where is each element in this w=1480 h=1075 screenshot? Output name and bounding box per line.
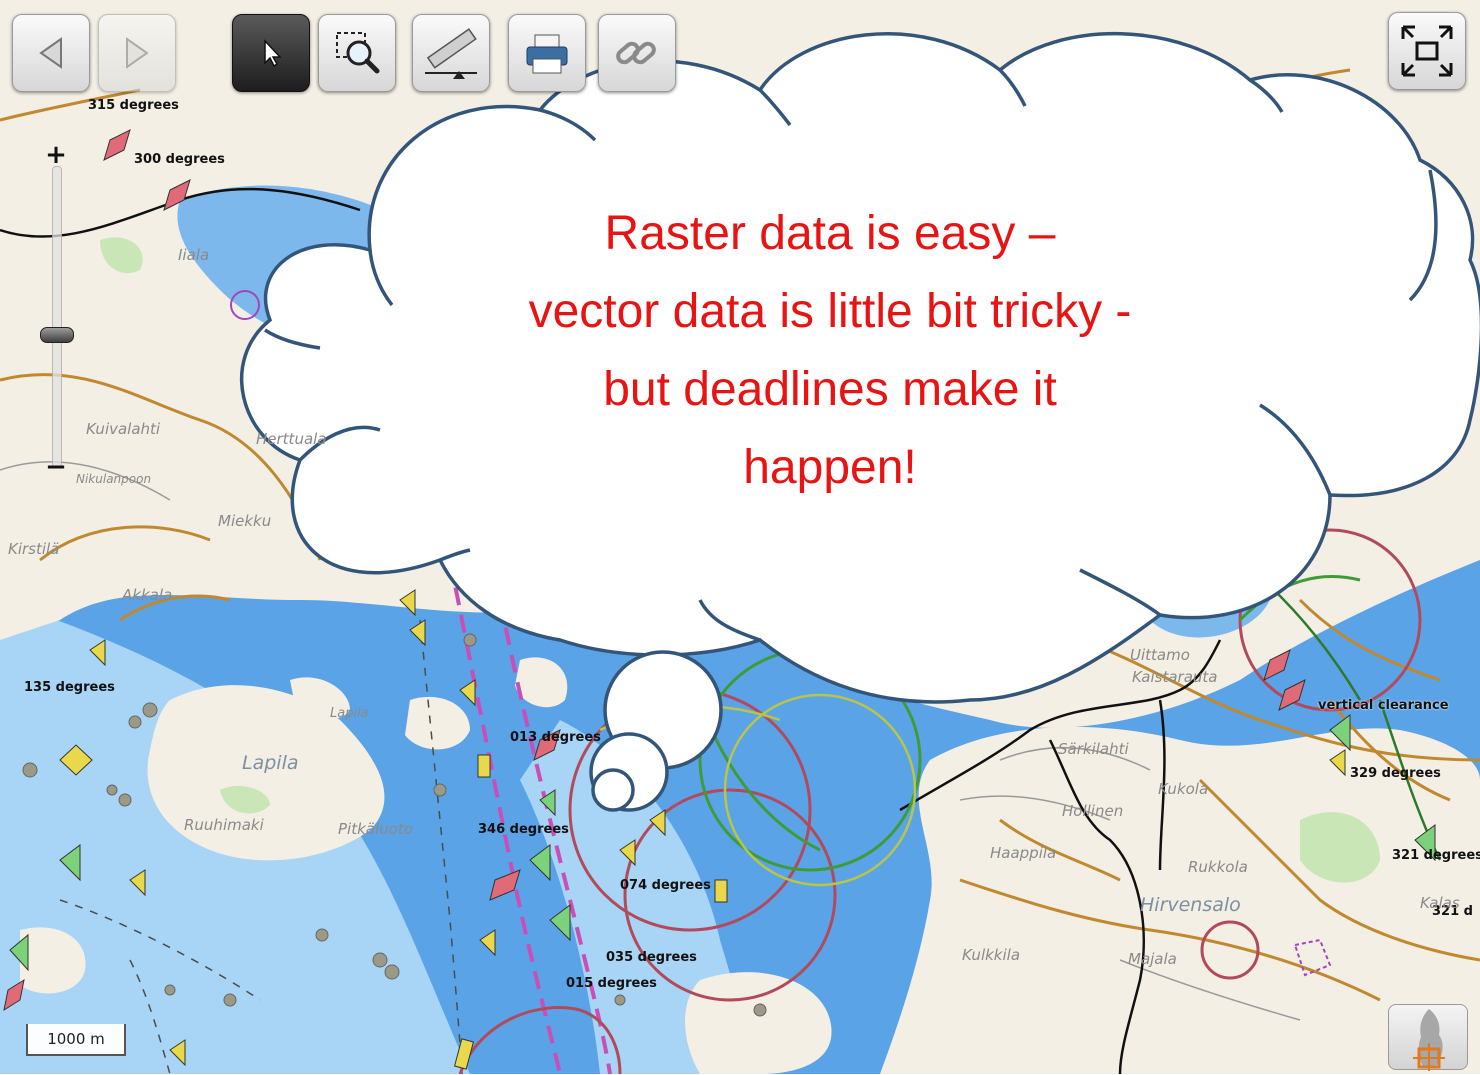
- place-label: Lapila: [242, 752, 299, 774]
- degree-label: 321 degrees: [1392, 848, 1480, 863]
- place-label: Herttuala: [256, 430, 327, 448]
- place-label: Hollinen: [1062, 802, 1124, 820]
- place-label: Pitkäluoto: [338, 820, 413, 838]
- place-label: Ruuhimaki: [184, 816, 264, 834]
- zoom-box-icon: [336, 32, 380, 74]
- link-button[interactable]: [598, 14, 676, 92]
- print-button[interactable]: [508, 14, 586, 92]
- place-label: Akkala: [122, 586, 173, 604]
- place-label: Kulkkila: [962, 946, 1021, 964]
- degree-label: 315 degrees: [88, 98, 179, 113]
- place-label: Kuivalahti: [86, 420, 161, 438]
- thought-dot-small: [591, 768, 635, 812]
- degree-label: 035 degrees: [606, 950, 697, 965]
- degree-label: 015 degrees: [566, 976, 657, 991]
- select-tool-button[interactable]: [232, 14, 310, 92]
- back-button[interactable]: [12, 14, 90, 92]
- ruler-icon: [425, 28, 477, 79]
- place-label: Rukkola: [1188, 858, 1248, 876]
- printer-icon: [526, 34, 568, 74]
- zoom-slider[interactable]: + −: [36, 140, 76, 490]
- place-label: Särkilahti: [1058, 740, 1129, 758]
- place-label: Kaistarauta: [1132, 668, 1218, 686]
- cursor-arrow-icon: [264, 39, 282, 68]
- chain-link-icon: [616, 41, 656, 65]
- overview-map-button[interactable]: [1388, 1004, 1468, 1071]
- degree-label: 074 degrees: [620, 878, 711, 893]
- place-label: Kirstilä: [8, 540, 60, 558]
- degree-label: 329 degrees: [1350, 766, 1441, 781]
- callout-line: happen!: [743, 441, 917, 494]
- place-label: Miekku: [218, 512, 272, 530]
- scale-label: 1000 m: [47, 1030, 105, 1048]
- degree-label: 135 degrees: [24, 680, 115, 695]
- place-label: Lapila: [330, 706, 369, 721]
- place-label: Kukola: [1158, 780, 1209, 798]
- place-label: Haappila: [990, 844, 1057, 862]
- degree-label: 346 degrees: [478, 822, 569, 837]
- map-view[interactable]: 315 degrees 300 degrees 135 degrees 013 …: [0, 0, 1480, 1074]
- place-label: Nikulanpoon: [76, 472, 152, 486]
- zoom-in-button[interactable]: +: [44, 142, 68, 168]
- forward-button[interactable]: [98, 14, 176, 92]
- zoom-out-button[interactable]: −: [44, 454, 68, 480]
- scale-bar: 1000 m: [26, 1024, 126, 1056]
- fullscreen-icon: [1401, 25, 1453, 77]
- degree-label: 013 degrees: [510, 730, 601, 745]
- arrow-right-icon: [126, 37, 149, 69]
- arrow-left-icon: [39, 37, 62, 69]
- callout-line: vector data is little bit tricky -: [528, 285, 1132, 338]
- degree-label: 300 degrees: [134, 152, 225, 167]
- place-label: Iiala: [178, 246, 210, 264]
- place-label: Majala: [1128, 950, 1177, 968]
- place-label: Uittamo: [1130, 646, 1190, 664]
- finland-overview-map-icon: [1413, 1009, 1445, 1071]
- place-label: Kalas: [1420, 894, 1460, 912]
- measure-button[interactable]: [412, 14, 490, 92]
- place-label: Hirvensalo: [1140, 894, 1241, 916]
- zoom-track[interactable]: [52, 166, 62, 468]
- callout-line: but deadlines make it: [603, 363, 1057, 416]
- zoom-handle[interactable]: [40, 327, 74, 343]
- clearance-label: vertical clearance: [1318, 698, 1449, 713]
- callout-text: Raster data is easy – vector data is lit…: [420, 195, 1240, 507]
- fullscreen-button[interactable]: [1388, 12, 1466, 90]
- callout-line: Raster data is easy –: [604, 207, 1056, 260]
- zoom-box-button[interactable]: [318, 14, 396, 92]
